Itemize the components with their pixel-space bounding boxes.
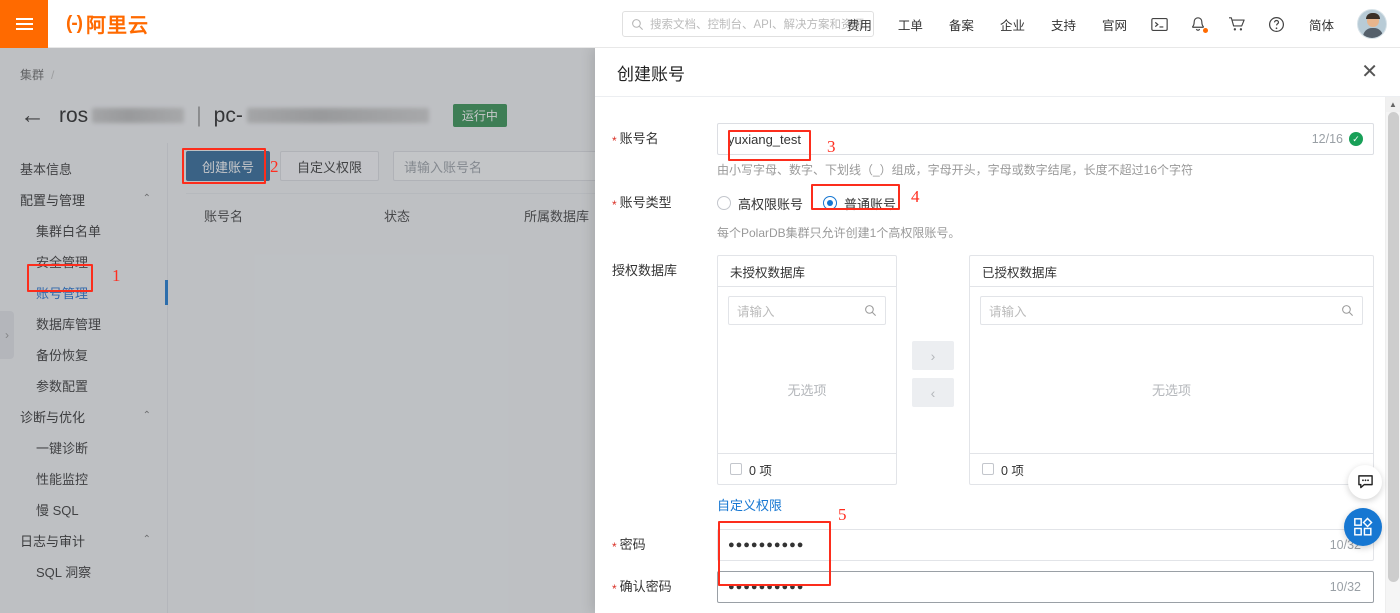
bell-icon[interactable] (1179, 16, 1217, 33)
label-authorized-databases: 授权数据库 (612, 263, 678, 278)
scrollbar-thumb[interactable] (1388, 112, 1399, 582)
unauthorized-db-title: 未授权数据库 (718, 256, 896, 287)
radio-dot (717, 196, 731, 210)
nav-item-support[interactable]: 支持 (1038, 15, 1089, 34)
unauthorized-db-panel: 未授权数据库 请输入 无选项 0 项 (717, 255, 897, 485)
drawer-title: 创建账号 (617, 64, 685, 84)
radio-label: 普通账号 (844, 196, 897, 212)
label-account-name: 账号名 (595, 123, 717, 155)
annotation-number-3: 3 (827, 137, 836, 156)
annotation-number-5: 5 (838, 505, 847, 524)
language-switcher[interactable]: 简体 (1296, 15, 1347, 34)
chat-bubble-icon[interactable] (1348, 465, 1382, 499)
drawer-header: 创建账号 ✕ (595, 48, 1400, 97)
unauthorized-db-footer: 0 项 (718, 453, 896, 484)
authorized-db-panel: 已授权数据库 请输入 无选项 0 项 (969, 255, 1374, 485)
field-account-type: 账号类型 高权限账号 普通账号 每个PolarDB集群只允许创建1个高权限账号。 (595, 187, 1400, 241)
close-icon[interactable]: ✕ (1361, 62, 1378, 82)
nav-item-icp[interactable]: 备案 (936, 15, 987, 34)
unauthorized-db-count: 0 项 (749, 463, 772, 478)
select-all-checkbox[interactable] (982, 463, 994, 475)
authorized-db-search-input[interactable]: 请输入 (980, 296, 1363, 325)
hamburger-icon[interactable] (0, 0, 48, 48)
field-account-name: 账号名 yuxiang_test 12/16 ✓ 由小写字母、数字、下划线（_）… (595, 123, 1400, 179)
database-transfer: 未授权数据库 请输入 无选项 0 项 › ‹ 已授权数据库 请输入 无选项 0 … (717, 255, 1374, 485)
radio-dot (823, 196, 838, 210)
authorized-db-search-placeholder: 请输入 (989, 305, 1027, 319)
terminal-icon[interactable] (1140, 17, 1179, 32)
cart-icon[interactable] (1217, 16, 1257, 32)
authorized-db-footer: 0 项 (970, 453, 1373, 484)
notification-dot (1202, 27, 1208, 33)
field-password: 密码 ●●●●●●●●●● 10/32 (595, 529, 1400, 561)
brand-name: 阿里云 (85, 15, 149, 37)
account-name-counter: 12/16 (1311, 132, 1343, 146)
account-type-hint: 每个PolarDB集群只允许创建1个高权限账号。 (717, 226, 961, 240)
avatar-body (1363, 28, 1383, 38)
annotation-number-4: 4 (911, 187, 920, 206)
brand-logo[interactable]: (-) 阿里云 (66, 9, 149, 38)
top-nav-items: 费用 工单 备案 企业 支持 官网 简体 (834, 0, 1392, 48)
account-type-radio-group: 高权限账号 普通账号 (717, 187, 1374, 219)
field-authorized-databases: 授权数据库 未授权数据库 请输入 无选项 0 项 › ‹ 已授权数据库 请输入 … (595, 255, 1400, 515)
annotation-number-2: 2 (270, 157, 279, 176)
unauthorized-db-search-placeholder: 请输入 (737, 305, 775, 319)
valid-check-icon: ✓ (1349, 132, 1363, 146)
move-right-button[interactable]: › (912, 341, 954, 370)
help-icon[interactable] (1257, 16, 1296, 33)
custom-privilege-link[interactable]: 自定义权限 (717, 498, 782, 513)
search-icon (1342, 305, 1353, 316)
unauthorized-db-empty: 无选项 (787, 382, 827, 398)
drawer-scrollbar[interactable]: ▲ (1385, 97, 1400, 613)
radio-label: 高权限账号 (738, 196, 804, 212)
global-search-placeholder: 搜索文档、控制台、API、解决方案和资源 (650, 19, 865, 31)
authorized-db-empty: 无选项 (1151, 382, 1191, 398)
aliyun-mark-icon: (-) (66, 12, 83, 34)
drawer-body: 账号名 yuxiang_test 12/16 ✓ 由小写字母、数字、下划线（_）… (595, 97, 1400, 613)
nav-item-enterprise[interactable]: 企业 (987, 15, 1038, 34)
account-name-input[interactable]: yuxiang_test 12/16 ✓ (717, 123, 1374, 155)
confirm-password-counter: 10/32 (1329, 580, 1361, 594)
search-icon (632, 18, 643, 30)
password-input[interactable]: ●●●●●●●●●● 10/32 (717, 529, 1374, 561)
move-left-button[interactable]: ‹ (912, 378, 954, 407)
annotation-number-1: 1 (112, 266, 121, 285)
confirm-password-input[interactable]: ●●●●●●●●●● 10/32 (717, 571, 1374, 603)
authorized-db-count: 0 项 (1001, 463, 1024, 478)
radio-normal-account[interactable]: 普通账号 (823, 194, 896, 213)
transfer-buttons: › ‹ (897, 255, 969, 407)
scroll-up-arrow-icon[interactable]: ▲ (1386, 97, 1400, 112)
account-name-hint: 由小写字母、数字、下划线（_）组成，字母开头，字母或数字结尾，长度不超过16个字… (717, 163, 1194, 177)
create-account-drawer: 创建账号 ✕ 账号名 yuxiang_test 12/16 ✓ 由小写字母、数字… (595, 48, 1400, 613)
search-icon (865, 305, 876, 316)
label-password: 密码 (595, 529, 717, 561)
label-confirm-password: 确认密码 (595, 571, 717, 603)
select-all-checkbox[interactable] (730, 463, 742, 475)
unauthorized-db-search-input[interactable]: 请输入 (728, 296, 886, 325)
field-confirm-password: 确认密码 ●●●●●●●●●● 10/32 (595, 571, 1400, 603)
confirm-password-value: ●●●●●●●●●● (728, 581, 805, 593)
avatar[interactable] (1357, 9, 1387, 39)
account-name-value: yuxiang_test (728, 131, 801, 147)
apps-grid-icon[interactable] (1344, 508, 1382, 546)
label-account-type: 账号类型 (595, 187, 717, 219)
nav-item-tickets[interactable]: 工单 (885, 15, 936, 34)
avatar-hair (1366, 13, 1380, 19)
nav-item-fees[interactable]: 费用 (834, 15, 885, 34)
authorized-db-title: 已授权数据库 (970, 256, 1373, 287)
radio-high-privilege-account[interactable]: 高权限账号 (717, 194, 803, 213)
nav-item-website[interactable]: 官网 (1089, 15, 1140, 34)
password-value: ●●●●●●●●●● (728, 539, 805, 551)
top-navigation-bar: (-) 阿里云 搜索文档、控制台、API、解决方案和资源 费用 工单 备案 企业… (0, 0, 1400, 48)
